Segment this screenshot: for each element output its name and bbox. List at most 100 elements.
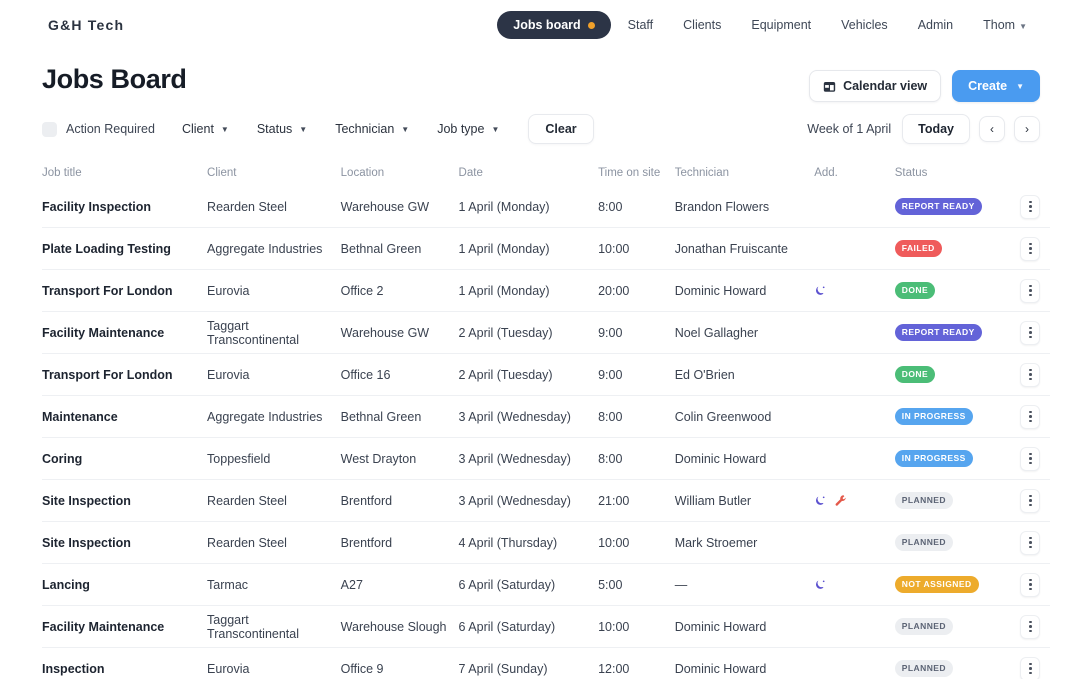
cell-time-on-site: 20:00 [598, 283, 630, 298]
calendar-view-button[interactable]: Calendar view [809, 70, 942, 102]
cell-client: Eurovia [207, 661, 250, 676]
status-badge: IN PROGRESS [894, 450, 973, 467]
filter-client-label: Client [181, 122, 214, 136]
page-header: Jobs Board Calendar view Create ▼ [0, 50, 1080, 102]
table-row[interactable]: Plate Loading Testing Aggregate Industrie… [42, 228, 1050, 270]
cell-technician: Colin Greenwood [674, 409, 772, 424]
cell-location: Brentford [340, 535, 393, 550]
table-row[interactable]: Site Inspection Rearden Steel Brentford 4 A… [42, 522, 1050, 564]
cell-actions [1011, 614, 1050, 639]
kebab-menu-icon[interactable] [1020, 488, 1041, 513]
cell-actions [1011, 320, 1050, 345]
kebab-menu-icon[interactable] [1020, 572, 1041, 597]
brand-logo[interactable]: G&H Tech [48, 17, 124, 33]
cell-date: 6 April (Saturday) [458, 577, 556, 592]
filter-client-dropdown[interactable]: Client ▼ [171, 115, 240, 143]
cell-status: FAILED [894, 240, 1011, 257]
cell-additional-icons [814, 494, 895, 508]
nav-item-staff[interactable]: Staff [615, 11, 666, 39]
cell-client: Aggregate Industries [207, 409, 323, 424]
kebab-menu-icon[interactable] [1020, 404, 1041, 429]
cell-job-title: Maintenance [42, 409, 118, 424]
filter-status-label: Status [256, 122, 293, 136]
today-button[interactable]: Today [902, 114, 970, 144]
cell-technician: — [674, 577, 688, 592]
kebab-menu-icon[interactable] [1020, 362, 1041, 387]
cell-job-title: Site Inspection [42, 493, 131, 508]
cell-location: A27 [340, 577, 363, 592]
table-row[interactable]: Lancing Tarmac A27 6 April (Saturday) 5:00 — N… [42, 564, 1050, 606]
kebab-menu-icon[interactable] [1020, 446, 1041, 471]
cell-actions [1011, 194, 1050, 219]
cell-job-title: Inspection [42, 661, 105, 676]
create-button[interactable]: Create ▼ [952, 70, 1040, 102]
action-required-label: Action Required [66, 122, 155, 136]
table-body: Facility Inspection Rearden Steel Warehous… [42, 186, 1050, 679]
checkbox-icon[interactable] [42, 121, 57, 137]
user-menu-label: Thom [983, 18, 1016, 32]
table-row[interactable]: Coring Toppesfield West Drayton 3 April (We… [42, 438, 1050, 480]
kebab-menu-icon[interactable] [1020, 236, 1041, 261]
cell-client: Rearden Steel [207, 199, 287, 214]
table-row[interactable]: Transport For London Eurovia Office 16 2 Ap… [42, 354, 1050, 396]
column-header-add: Add. [814, 167, 838, 179]
kebab-menu-icon[interactable] [1020, 194, 1041, 219]
cell-status: PLANNED [894, 492, 1011, 509]
cell-technician: Dominic Howard [674, 619, 767, 634]
cell-client: Eurovia [207, 283, 250, 298]
cell-additional-icons [814, 284, 895, 298]
table-row[interactable]: Inspection Eurovia Office 9 7 April (Sunday… [42, 648, 1050, 679]
clear-filters-button[interactable]: Clear [528, 114, 594, 144]
notification-dot-icon [587, 21, 595, 29]
table-row[interactable]: Facility Inspection Rearden Steel Warehous… [42, 186, 1050, 228]
kebab-menu-icon[interactable] [1020, 278, 1041, 303]
nav-item-jobs-board[interactable]: Jobs board [497, 11, 611, 39]
kebab-menu-icon[interactable] [1020, 320, 1041, 345]
kebab-menu-icon[interactable] [1020, 656, 1041, 679]
cell-actions [1011, 404, 1050, 429]
nav-item-admin[interactable]: Admin [905, 11, 966, 39]
cell-status: PLANNED [894, 618, 1011, 635]
cell-date: 2 April (Tuesday) [458, 325, 553, 340]
table-row[interactable]: Transport For London Eurovia Office 2 1 Apr… [42, 270, 1050, 312]
filter-technician-dropdown[interactable]: Technician ▼ [324, 115, 420, 143]
user-menu[interactable]: Thom ▼ [970, 11, 1040, 39]
table-row[interactable]: Facility Maintenance Taggart Transcontine… [42, 312, 1050, 354]
table-row[interactable]: Maintenance Aggregate Industries Bethnal G… [42, 396, 1050, 438]
cell-client: Aggregate Industries [207, 241, 323, 256]
cell-date: 3 April (Wednesday) [458, 409, 571, 424]
column-header-job-title: Job title [42, 167, 82, 179]
cell-date: 1 April (Monday) [458, 199, 550, 214]
cell-technician: Dominic Howard [674, 451, 767, 466]
cell-time-on-site: 9:00 [598, 325, 623, 340]
action-required-checkbox[interactable]: Action Required [42, 121, 165, 137]
table-row[interactable]: Facility Maintenance Taggart Transcontine… [42, 606, 1050, 648]
cell-technician: Ed O'Brien [674, 367, 735, 382]
cell-job-title: Transport For London [42, 283, 173, 298]
next-week-button[interactable]: › [1014, 116, 1040, 142]
kebab-menu-icon[interactable] [1020, 530, 1041, 555]
cell-technician: Jonathan Fruiscante [674, 241, 788, 256]
filter-status-dropdown[interactable]: Status ▼ [246, 115, 318, 143]
nav-links: Jobs board Staff Clients Equipment Vehic… [497, 11, 1040, 39]
cell-additional-icons [814, 578, 895, 592]
cell-location: Office 9 [340, 661, 384, 676]
table-row[interactable]: Site Inspection Rearden Steel Brentford 3 A… [42, 480, 1050, 522]
chevron-down-icon: ▼ [491, 124, 500, 134]
cell-date: 1 April (Monday) [458, 241, 550, 256]
kebab-menu-icon[interactable] [1020, 614, 1041, 639]
nav-item-clients[interactable]: Clients [670, 11, 734, 39]
filter-job-type-dropdown[interactable]: Job type ▼ [426, 115, 510, 143]
previous-week-button[interactable]: ‹ [979, 116, 1005, 142]
nav-item-equipment[interactable]: Equipment [738, 11, 824, 39]
cell-time-on-site: 8:00 [598, 199, 623, 214]
cell-client: Taggart Transcontinental [207, 318, 299, 347]
create-button-label: Create [968, 79, 1008, 93]
cell-time-on-site: 8:00 [598, 451, 623, 466]
header-actions: Calendar view Create ▼ [809, 64, 1040, 102]
cell-location: West Drayton [340, 451, 417, 466]
cell-actions [1011, 656, 1050, 679]
cell-location: Bethnal Green [340, 409, 422, 424]
nav-item-vehicles[interactable]: Vehicles [828, 11, 901, 39]
column-header-client: Client [207, 167, 237, 179]
